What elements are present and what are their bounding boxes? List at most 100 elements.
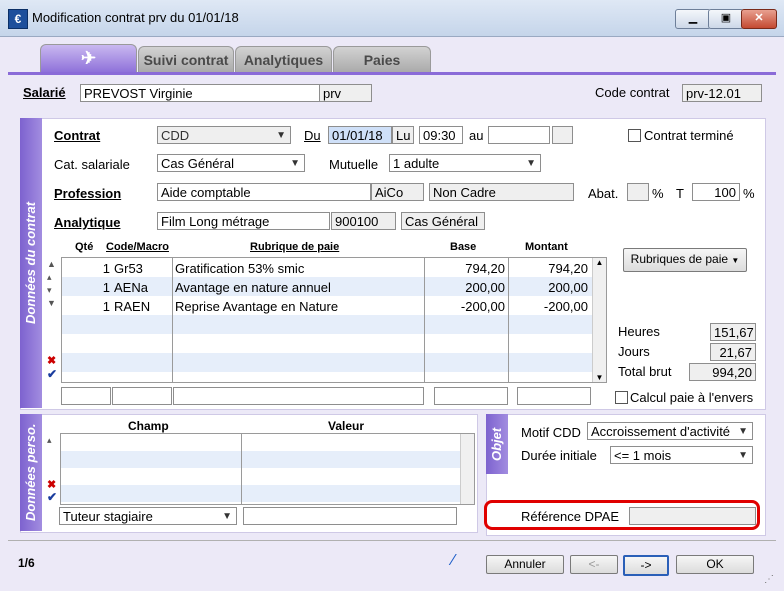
col-divider	[508, 258, 509, 382]
calcul-envers-checkbox[interactable]	[615, 391, 628, 404]
table-row[interactable]: 1 RAEN Reprise Avantage en Nature -200,0…	[62, 296, 592, 315]
tab-suivi-contrat[interactable]: Suivi contrat	[138, 46, 234, 73]
move-up-icon[interactable]: ▴	[47, 272, 52, 283]
pen-icon[interactable]: ∕	[452, 552, 455, 570]
cell-montant: -200,00	[543, 299, 588, 314]
cell-base: 794,20	[465, 261, 505, 276]
code-contrat-field[interactable]: prv-12.01	[682, 84, 762, 102]
annuler-button[interactable]: Annuler	[486, 555, 564, 574]
table-row[interactable]	[62, 353, 592, 372]
page-indicator: 1/6	[18, 556, 35, 570]
table-row[interactable]	[61, 485, 461, 502]
perso-scrollbar[interactable]	[460, 434, 474, 504]
entry-code-field[interactable]	[112, 387, 172, 405]
cell-montant: 200,00	[548, 280, 588, 295]
contrat-select[interactable]: CDD ▼	[157, 126, 291, 144]
col-divider	[172, 258, 173, 382]
duree-initiale-label: Durée initiale	[521, 448, 597, 463]
cell-code: AENa	[114, 280, 148, 295]
salarie-name-field[interactable]: PREVOST Virginie	[80, 84, 320, 102]
ok-button[interactable]: OK	[676, 555, 754, 574]
previous-button[interactable]: <-	[570, 555, 618, 574]
jours-value: 21,67	[710, 343, 756, 361]
entry-montant-field[interactable]	[517, 387, 591, 405]
motif-cdd-select[interactable]: Accroissement d'activité ▼	[587, 422, 753, 440]
jours-label: Jours	[618, 344, 650, 359]
col-header-base: Base	[450, 241, 477, 253]
table-row[interactable]	[61, 451, 461, 468]
contrat-termine-label: Contrat terminé	[644, 128, 734, 143]
col-header-valeur: Valeur	[328, 419, 365, 433]
cell-qte: 1	[102, 299, 110, 314]
table-row[interactable]	[62, 315, 592, 334]
chevron-down-icon: ▼	[738, 426, 748, 437]
duree-initiale-select[interactable]: <= 1 mois ▼	[610, 446, 753, 464]
contrat-label[interactable]: Contrat	[54, 128, 100, 143]
cell-code: Gr53	[114, 261, 143, 276]
next-button[interactable]: ->	[623, 555, 669, 576]
cat-salariale-label: Cat. salariale	[54, 157, 130, 172]
perso-move-up-icon[interactable]: ▴	[47, 435, 52, 446]
analytique-label[interactable]: Analytique	[54, 215, 120, 230]
entry-base-field[interactable]	[434, 387, 508, 405]
perso-grid[interactable]	[60, 433, 475, 505]
perso-valeur-field[interactable]	[243, 507, 457, 525]
chevron-down-icon: ▼	[290, 158, 300, 169]
cell-base: -200,00	[460, 299, 505, 314]
tab-paies[interactable]: Paies	[333, 46, 431, 73]
analytique-field[interactable]: Film Long métrage	[157, 212, 330, 230]
chevron-down-icon: ▼	[526, 158, 536, 169]
move-down-icon[interactable]: ▾	[47, 285, 52, 296]
dpae-field[interactable]	[629, 507, 756, 525]
col-header-code[interactable]: Code/Macro	[106, 241, 169, 253]
resize-grip-icon[interactable]: ⋰	[764, 574, 774, 585]
close-button[interactable]: ✕	[741, 9, 777, 29]
cell-code: RAEN	[114, 299, 151, 314]
au-date-field[interactable]	[488, 126, 550, 144]
delete-icon[interactable]: ✖	[47, 354, 56, 367]
cell-qte: 1	[102, 280, 110, 295]
rubriques-paie-button[interactable]: Rubriques de paie ▼	[623, 248, 747, 272]
profession-field[interactable]: Aide comptable	[157, 183, 371, 201]
perso-validate-icon[interactable]: ✔	[47, 490, 57, 504]
du-time-field[interactable]: 09:30	[419, 126, 463, 144]
table-row[interactable]	[62, 334, 592, 353]
t-field[interactable]: 100	[692, 183, 740, 201]
tab-main[interactable]: ✈	[40, 44, 137, 73]
heures-label: Heures	[618, 324, 660, 339]
abat-field[interactable]	[627, 183, 649, 201]
plane-icon: ✈	[80, 48, 97, 68]
dropdown-icon: ▼	[731, 256, 740, 265]
maximize-button[interactable]: ▣	[708, 9, 744, 29]
move-bottom-icon[interactable]: ▼	[47, 298, 56, 308]
entry-qte-field[interactable]	[61, 387, 111, 405]
perso-champ-select[interactable]: Tuteur stagiaire ▼	[59, 507, 237, 525]
col-header-rubrique[interactable]: Rubrique de paie	[250, 241, 339, 253]
move-top-icon[interactable]: ▲	[47, 259, 56, 269]
au-extra-field	[552, 126, 573, 144]
validate-icon[interactable]: ✔	[47, 367, 57, 381]
table-row[interactable]: 1 AENa Avantage en nature annuel 200,00 …	[62, 277, 592, 296]
scroll-up-icon[interactable]: ▲	[593, 258, 606, 267]
grid-scrollbar[interactable]: ▲ ▼	[592, 258, 606, 382]
minimize-button[interactable]: ▁	[675, 9, 711, 29]
percent-label-1: %	[652, 186, 664, 201]
profession-label[interactable]: Profession	[54, 186, 121, 201]
du-label[interactable]: Du	[304, 128, 321, 143]
cell-rubrique: Reprise Avantage en Nature	[175, 299, 339, 314]
entry-rubrique-field[interactable]	[173, 387, 424, 405]
rubriques-grid[interactable]: 1 Gr53 Gratification 53% smic 794,20 794…	[61, 257, 607, 383]
contrat-termine-checkbox[interactable]	[628, 129, 641, 142]
mutuelle-select[interactable]: 1 adulte ▼	[389, 154, 541, 172]
salarie-label[interactable]: Salarié	[23, 85, 66, 100]
salarie-code-field[interactable]: prv	[319, 84, 372, 102]
tab-analytiques[interactable]: Analytiques	[235, 46, 332, 73]
scroll-down-icon[interactable]: ▼	[593, 373, 606, 382]
contract-section-title: Données du contrat	[20, 118, 42, 408]
table-row[interactable]: 1 Gr53 Gratification 53% smic 794,20 794…	[62, 258, 592, 277]
t-label: T	[676, 186, 684, 201]
du-date-field[interactable]: 01/01/18	[328, 126, 392, 144]
du-day-field: Lu	[392, 126, 414, 144]
chevron-down-icon: ▼	[222, 511, 232, 522]
cat-salariale-select[interactable]: Cas Général ▼	[157, 154, 305, 172]
